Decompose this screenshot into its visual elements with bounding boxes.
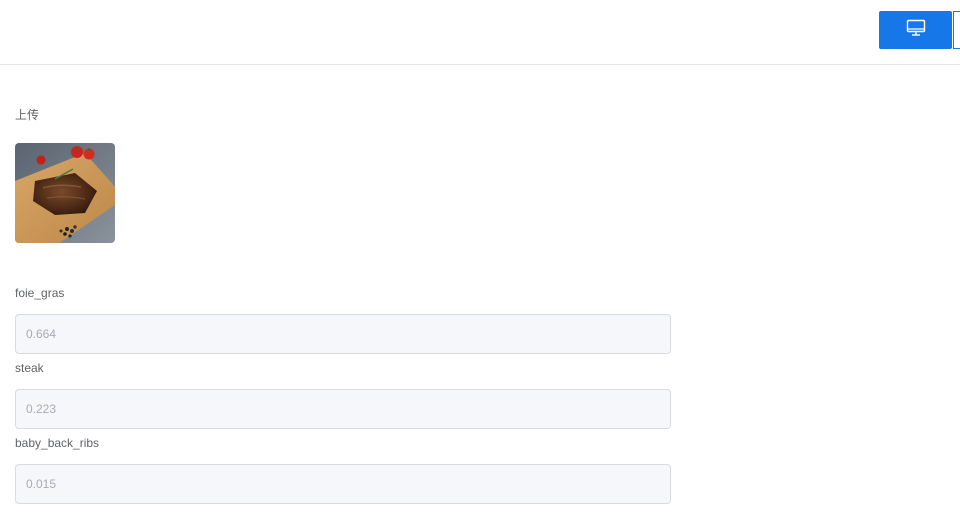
result-value-foie-gras[interactable] [15,314,671,354]
result-value-baby-back-ribs[interactable] [15,464,671,504]
result-label-baby-back-ribs: baby_back_ribs [15,436,100,450]
adjacent-button-edge[interactable] [953,11,960,49]
upload-label: 上传 [15,108,40,122]
desktop-view-button[interactable] [879,11,952,49]
top-bar [0,0,960,65]
result-label-foie-gras: foie_gras [15,286,65,300]
uploaded-image-thumbnail[interactable] [15,143,115,243]
result-value-steak[interactable] [15,389,671,429]
desktop-monitor-icon [906,19,926,42]
result-label-steak: steak [15,361,44,375]
steak-photo-icon [15,143,115,243]
